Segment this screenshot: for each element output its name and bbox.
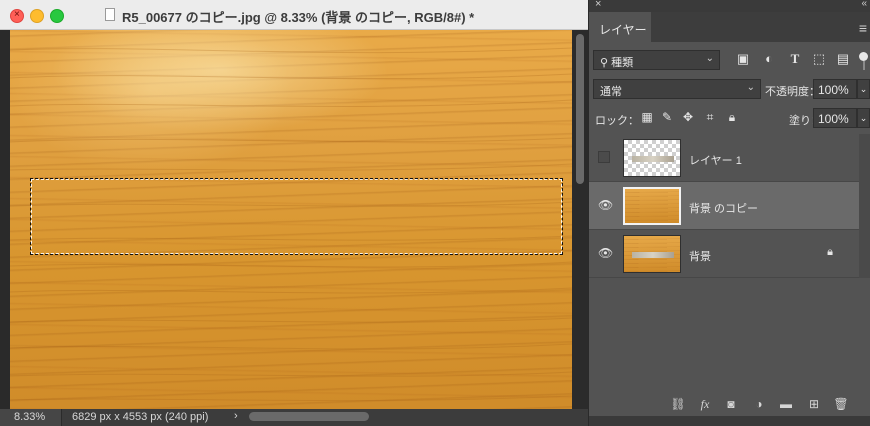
eye-icon[interactable]: 👁︎ <box>598 247 613 259</box>
lock-label: ロック： <box>595 115 639 127</box>
blend-mode-dropdown[interactable]: 通常 ⌄ <box>593 79 761 99</box>
fill-dropdown-button[interactable]: ⌄ <box>857 108 870 128</box>
document-title: R5_00677 のコピー.jpg @ 8.33% (背景 のコピー, RGB/… <box>122 10 475 25</box>
blend-mode-value: 通常 <box>600 86 622 98</box>
panel-menu-icon[interactable]: ≡ <box>859 20 867 36</box>
type-filter-icon[interactable]: T <box>787 50 803 68</box>
lock-icon: 🔒︎ <box>827 246 833 258</box>
vertical-scrollbar[interactable] <box>572 30 588 409</box>
layer-content-strip <box>632 156 674 162</box>
lock-image-pixels-icon[interactable]: ✎ <box>659 108 675 126</box>
layer-content-strip <box>632 252 674 258</box>
chevron-down-icon: ⌄ <box>705 53 714 64</box>
layer-row[interactable]: 👁︎ 背景 🔒︎ <box>589 230 859 278</box>
status-bar: 8.33% 6829 px x 4553 px (240 ppi) › <box>0 409 588 426</box>
tab-layers[interactable]: レイヤー <box>589 12 651 42</box>
shape-filter-icon[interactable]: ⬚ <box>811 50 827 68</box>
filter-kind-label: 種類 <box>611 57 634 69</box>
horizontal-scroll-thumb[interactable] <box>249 412 369 421</box>
layer-thumbnail <box>623 187 681 225</box>
opacity-dropdown-button[interactable]: ⌄ <box>857 79 870 99</box>
smart-object-filter-icon[interactable]: ▤ <box>835 50 851 68</box>
vertical-scroll-thumb[interactable] <box>576 34 584 184</box>
visibility-toggle-off[interactable] <box>598 151 610 163</box>
filter-toggle-track <box>863 61 865 70</box>
canvas-edge <box>0 30 10 409</box>
lock-artboard-icon[interactable]: ⌗ <box>702 108 718 126</box>
panel-footer-toolbar: ⛓︎ fx ◙ ◑ ▬ ⊞ 🗑︎ <box>589 395 870 415</box>
layer-name: 背景 のコピー <box>689 203 759 215</box>
rectangular-selection-marquee[interactable] <box>30 178 563 255</box>
status-menu-arrow-icon[interactable]: › <box>234 410 238 422</box>
panel-tab-bar: レイヤー ≡ <box>589 12 870 42</box>
canvas-area[interactable] <box>0 30 572 409</box>
panel-header-strip: × « <box>589 0 870 12</box>
document-titlebar[interactable]: × R5_00677 のコピー.jpg @ 8.33% (背景 のコピー, RG… <box>0 0 588 30</box>
layers-panel: × « レイヤー ≡ ⚲ 種類 ⌄ ▣ ◐ T ⬚ ▤ 通常 ⌄ 不透明度： 1… <box>588 0 870 426</box>
opacity-label: 不透明度： <box>765 86 820 98</box>
minimize-window-button[interactable] <box>30 9 44 23</box>
lock-transparent-pixels-icon[interactable]: ▦ <box>639 108 655 126</box>
filter-toggle-switch[interactable] <box>859 52 868 61</box>
layer-name: レイヤー 1 <box>689 155 742 167</box>
zoom-level-field[interactable]: 8.33% <box>0 409 62 426</box>
trash-icon[interactable]: 🗑︎ <box>833 395 849 413</box>
fill-input[interactable]: 100% <box>813 108 857 128</box>
chevron-down-icon: ⌄ <box>859 113 868 123</box>
adjustment-filter-icon[interactable]: ◐ <box>761 50 777 68</box>
adjustment-layer-icon[interactable]: ◑ <box>751 395 767 413</box>
eye-icon[interactable]: 👁︎ <box>598 199 613 211</box>
layer-thumbnail <box>623 235 681 273</box>
layers-list: レイヤー 1 👁︎ 背景 のコピー 👁︎ 背景 🔒︎ <box>589 134 859 278</box>
mask-icon[interactable]: ◙ <box>723 395 739 413</box>
close-window-button[interactable]: × <box>10 9 24 23</box>
panel-bottom-strip <box>589 416 870 426</box>
image-filter-icon[interactable]: ▣ <box>735 50 751 68</box>
lock-all-icon[interactable]: 🔒︎ <box>724 108 740 126</box>
document-window: × R5_00677 のコピー.jpg @ 8.33% (背景 のコピー, RG… <box>0 0 588 426</box>
panel-collapse-icon[interactable]: « <box>861 0 867 9</box>
folder-icon[interactable]: ▬ <box>778 395 794 413</box>
close-icon: × <box>14 9 20 20</box>
new-layer-icon[interactable]: ⊞ <box>806 395 822 413</box>
search-icon: ⚲ <box>600 57 609 69</box>
maximize-window-button[interactable] <box>50 9 64 23</box>
layer-thumbnail <box>623 139 681 177</box>
lock-position-icon[interactable]: ✥ <box>680 108 696 126</box>
layer-row-selected[interactable]: 👁︎ 背景 のコピー <box>589 182 859 230</box>
layer-row[interactable]: レイヤー 1 <box>589 134 859 182</box>
chevron-down-icon: ⌄ <box>859 84 868 94</box>
fx-icon[interactable]: fx <box>697 395 713 413</box>
link-icon[interactable]: ⛓︎ <box>670 395 686 413</box>
layer-name: 背景 <box>689 251 711 263</box>
layer-filter-dropdown[interactable]: ⚲ 種類 ⌄ <box>593 50 720 70</box>
chevron-down-icon: ⌄ <box>746 82 755 93</box>
layers-scrollbar[interactable] <box>859 134 870 278</box>
panel-close-icon[interactable]: × <box>595 0 601 10</box>
document-file-icon <box>105 8 115 21</box>
opacity-input[interactable]: 100% <box>813 79 857 99</box>
document-size-info: 6829 px x 4553 px (240 ppi) <box>72 411 209 423</box>
